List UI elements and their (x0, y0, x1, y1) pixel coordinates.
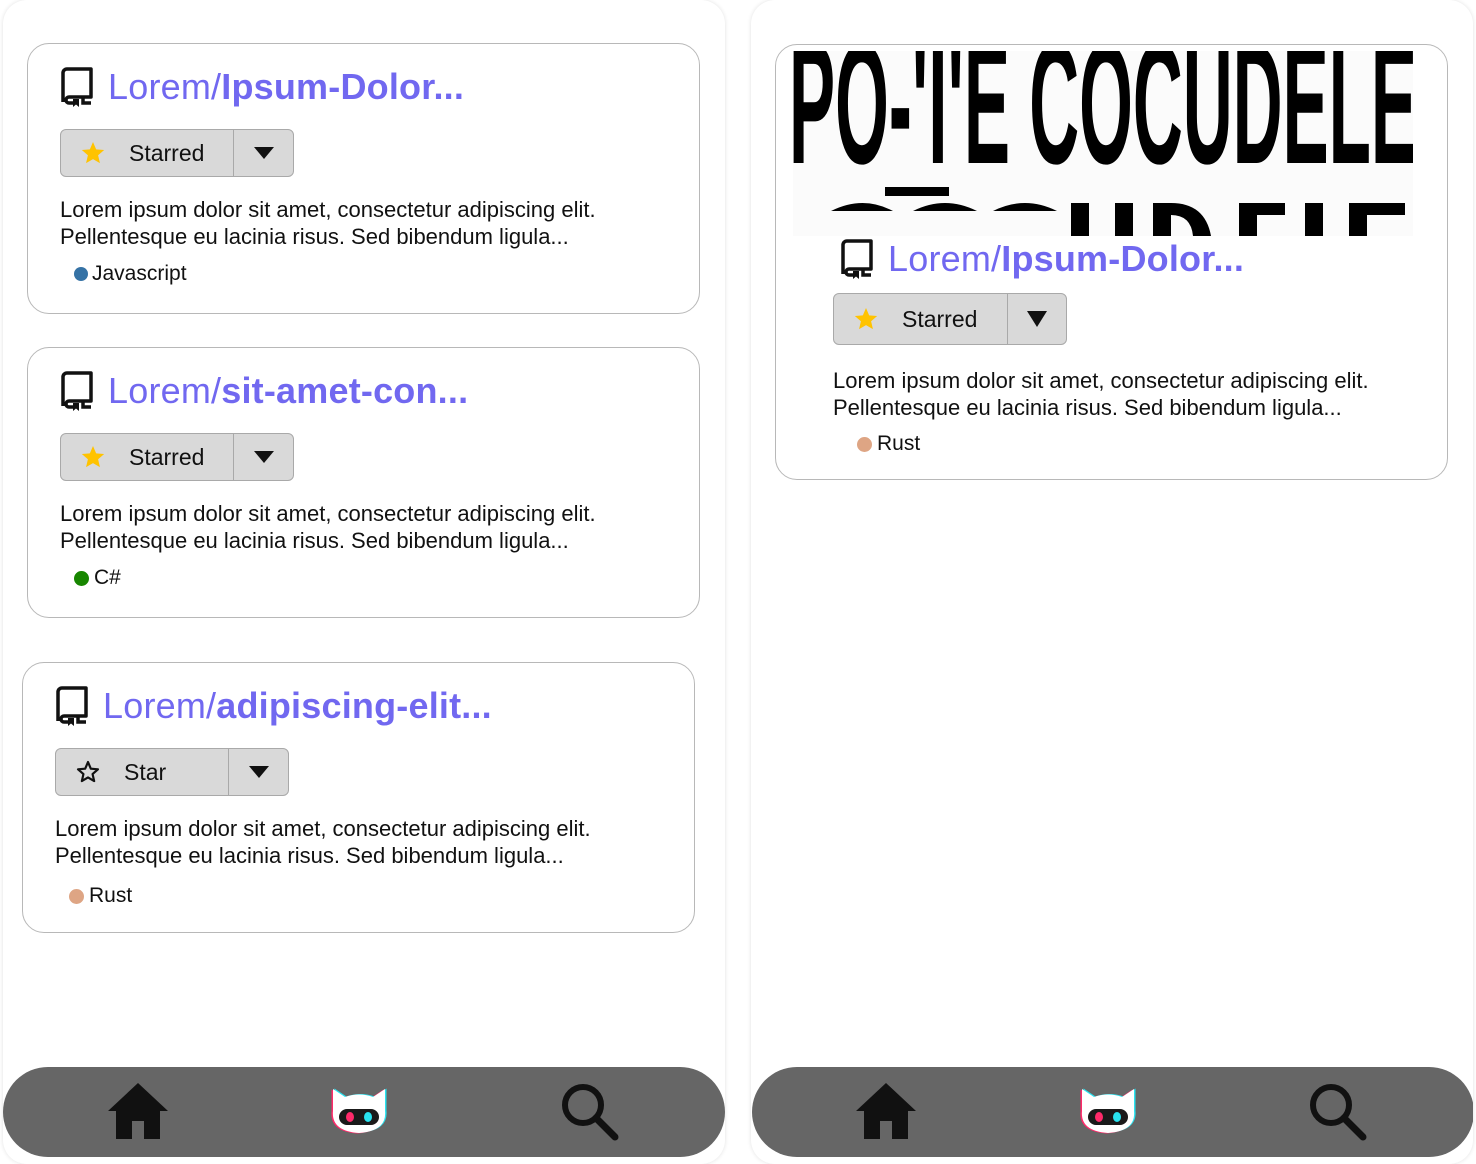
repo-language: C# (74, 566, 121, 590)
repo-name-link[interactable]: Lorem/adipiscing-elit... (103, 685, 492, 727)
bottom-navbar (3, 1067, 725, 1157)
repo-owner: Lorem/ (888, 238, 1002, 279)
search-button[interactable] (1305, 1079, 1369, 1143)
language-dot-icon (69, 888, 84, 904)
repo-description: Lorem ipsum dolor sit amet, consectetur … (60, 197, 596, 249)
banner-graphic: PO-'I'E CÔCUDELE (793, 51, 1413, 236)
star-label: Starred (129, 139, 205, 166)
banner-image: PO-'I'E CÔCUDELE (793, 51, 1413, 236)
star-toggle[interactable]: Starred (61, 130, 234, 176)
repo-icon (55, 686, 89, 726)
repo-language: Javascript (74, 262, 187, 286)
repo-card-with-banner[interactable]: PO-'I'E CÔCUDELE Lorem/Ipsum-Dolor... St… (775, 44, 1448, 480)
star-filled-icon (80, 140, 106, 166)
home-icon (854, 1079, 918, 1143)
language-dot-icon (857, 436, 872, 452)
star-filled-icon (853, 306, 879, 332)
repo-description: Lorem ipsum dolor sit amet, consectetur … (833, 368, 1369, 420)
repo-name: Ipsum-Dolor... (221, 66, 465, 107)
repo-owner: Lorem/ (103, 685, 217, 726)
home-button[interactable] (854, 1079, 918, 1143)
repo-language: Rust (857, 432, 920, 456)
repo-name-link[interactable]: Lorem/Ipsum-Dolor... (108, 66, 464, 108)
repo-name: Ipsum-Dolor... (1001, 238, 1245, 279)
repo-name-link[interactable]: Lorem/sit-amet-con... (108, 370, 468, 412)
star-dropdown-button[interactable] (1008, 294, 1066, 344)
caret-down-icon (248, 766, 269, 778)
octocat-icon (327, 1079, 391, 1143)
repo-title[interactable]: Lorem/sit-amet-con... (60, 370, 468, 412)
repo-title[interactable]: Lorem/Ipsum-Dolor... (840, 238, 1244, 280)
language-label: Rust (877, 432, 921, 455)
language-dot-icon (74, 267, 88, 281)
banner-text: PO-'I'E CÔCUDELE (793, 51, 1413, 200)
octocat-button[interactable] (327, 1079, 391, 1143)
home-icon (106, 1079, 170, 1143)
language-label: Javascript (92, 262, 187, 285)
repo-title[interactable]: Lorem/adipiscing-elit... (55, 685, 492, 727)
star-toggle[interactable]: Starred (61, 434, 234, 480)
repo-card[interactable]: Lorem/sit-amet-con... Starred Lorem ipsu… (27, 347, 700, 618)
repo-owner: Lorem/ (108, 370, 222, 411)
star-label: Starred (902, 305, 978, 332)
caret-down-icon (253, 451, 274, 463)
language-label: Rust (89, 884, 133, 907)
star-button[interactable]: Starred (833, 293, 1067, 345)
octocat-icon (1076, 1079, 1140, 1143)
repo-name: sit-amet-con... (221, 370, 469, 411)
repo-description: Lorem ipsum dolor sit amet, consectetur … (60, 501, 596, 553)
caret-down-icon (253, 147, 274, 159)
star-button[interactable]: Starred (60, 129, 294, 177)
repo-description: Lorem ipsum dolor sit amet, consectetur … (55, 816, 591, 868)
repo-card[interactable]: Lorem/Ipsum-Dolor... Starred Lorem ipsum… (27, 43, 700, 314)
home-button[interactable] (106, 1079, 170, 1143)
right-screen: PO-'I'E CÔCUDELE Lorem/Ipsum-Dolor... St… (751, 0, 1473, 1164)
repo-icon (60, 67, 94, 107)
star-label: Starred (129, 443, 205, 470)
star-toggle[interactable]: Starred (834, 294, 1008, 344)
repo-icon (840, 239, 874, 279)
octocat-button[interactable] (1076, 1079, 1140, 1143)
star-label: Star (124, 758, 167, 785)
star-filled-icon (80, 444, 106, 470)
star-button[interactable]: Starred (60, 433, 294, 481)
repo-card[interactable]: Lorem/adipiscing-elit... Star Lorem ipsu… (22, 662, 695, 933)
star-dropdown-button[interactable] (234, 130, 293, 176)
repo-language: Rust (69, 884, 132, 908)
bottom-navbar (752, 1067, 1473, 1157)
caret-down-icon (1027, 311, 1047, 327)
repo-owner: Lorem/ (108, 66, 222, 107)
star-outline-icon (75, 759, 101, 785)
repo-icon (60, 371, 94, 411)
search-icon (1305, 1079, 1369, 1143)
language-label: C# (94, 566, 121, 589)
repo-name: adipiscing-elit... (216, 685, 492, 726)
star-dropdown-button[interactable] (229, 749, 288, 795)
language-dot-icon (74, 570, 89, 586)
star-dropdown-button[interactable] (234, 434, 293, 480)
search-icon (557, 1079, 621, 1143)
left-screen: Lorem/Ipsum-Dolor... Starred Lorem ipsum… (3, 0, 725, 1164)
repo-name-link[interactable]: Lorem/Ipsum-Dolor... (888, 238, 1244, 280)
star-toggle[interactable]: Star (56, 749, 229, 795)
search-button[interactable] (557, 1079, 621, 1143)
repo-title[interactable]: Lorem/Ipsum-Dolor... (60, 66, 464, 108)
star-button[interactable]: Star (55, 748, 289, 796)
